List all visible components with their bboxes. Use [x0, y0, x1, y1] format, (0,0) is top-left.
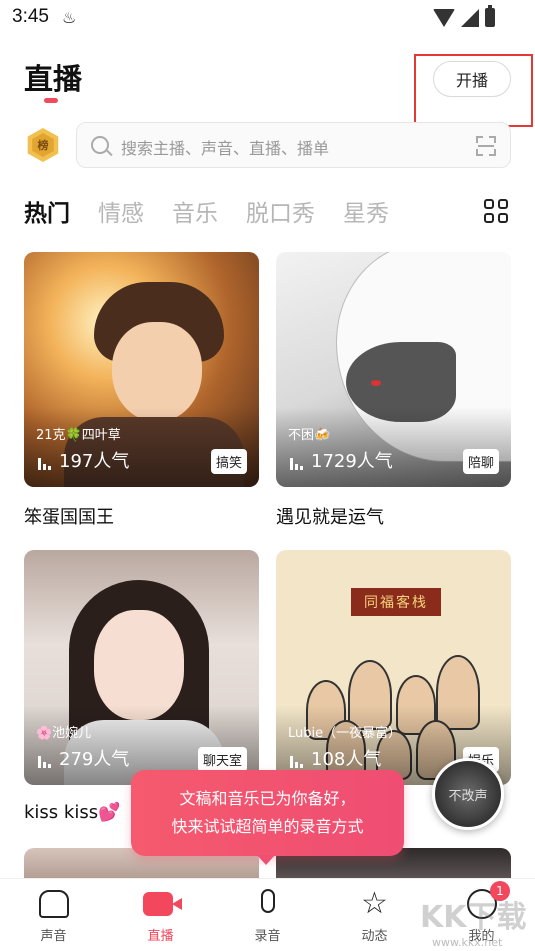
ranking-badge-button[interactable]: 榜: [26, 128, 60, 162]
nav-label: 直播: [147, 929, 174, 944]
title-underline: [44, 98, 58, 103]
tab-star-show[interactable]: 星秀: [343, 194, 389, 230]
category-tag: 陪聊: [462, 449, 499, 474]
watermark-url: www.kkx.net: [432, 936, 503, 949]
sound-icon: [38, 890, 69, 918]
nav-sound[interactable]: 声音: [0, 879, 107, 951]
popularity-bars-icon: [290, 754, 303, 768]
mic-icon: [260, 889, 275, 913]
category-tag: 搞笑: [210, 449, 247, 474]
category-tabs: 热门 情感 音乐 脱口秀 星秀: [24, 194, 417, 230]
status-time: 3:45: [12, 6, 49, 27]
search-placeholder: 搜索主播、声音、直播、播单: [121, 139, 330, 158]
popularity-count: 279人气: [38, 745, 129, 771]
system-icons: [433, 5, 495, 27]
search-icon: [91, 136, 109, 154]
live-room-card[interactable]: 🌸池婉儿 279人气 聊天室: [24, 550, 259, 785]
search-input[interactable]: 搜索主播、声音、直播、播单: [76, 122, 511, 168]
host-name: 🌸池婉儿: [36, 726, 92, 741]
all-categories-grid-icon[interactable]: [484, 199, 508, 223]
battery-icon: [485, 5, 495, 27]
popularity-count: 108人气: [290, 745, 381, 771]
category-tag: 聊天室: [197, 747, 247, 772]
nav-feed[interactable]: ☆ 动态: [321, 879, 428, 951]
nav-label: 录音: [254, 929, 281, 944]
tooltip-line-2: 快来试试超简单的录音方式: [171, 817, 364, 836]
popularity-count: 197人气: [38, 447, 129, 473]
cover-sign-text: 同福客栈: [351, 588, 441, 616]
page-title: 直播: [24, 62, 83, 96]
popularity-bars-icon: [38, 456, 51, 470]
scan-icon[interactable]: [476, 136, 496, 156]
room-title[interactable]: 笨蛋国国王: [24, 503, 114, 529]
tab-talk-show[interactable]: 脱口秀: [246, 194, 315, 230]
nav-live[interactable]: 直播: [107, 879, 214, 951]
floating-avatar-label: 不改声: [448, 788, 488, 804]
live-room-card[interactable]: 21克🍀四叶草 197人气 搞笑: [24, 252, 259, 487]
watermark-logo: KK下载: [420, 900, 527, 935]
ranking-badge-label: 榜: [32, 133, 54, 157]
nav-label: 动态: [361, 929, 388, 944]
start-live-button[interactable]: 开播: [433, 61, 511, 97]
popularity-bars-icon: [38, 754, 51, 768]
floating-recording-avatar[interactable]: 不改声: [432, 758, 504, 830]
room-title[interactable]: 遇见就是运气: [276, 503, 384, 529]
recording-tooltip[interactable]: 文稿和音乐已为你备好， 快来试试超简单的录音方式: [131, 770, 404, 865]
nav-record[interactable]: 录音: [214, 879, 321, 951]
tab-hot[interactable]: 热门: [24, 194, 70, 230]
signal-icon: [461, 8, 479, 27]
tooltip-line-1: 文稿和音乐已为你备好，: [179, 789, 356, 808]
live-room-card[interactable]: 不困🍻 1729人气 陪聊: [276, 252, 511, 487]
tab-emotion[interactable]: 情感: [98, 194, 144, 230]
live-camera-icon: [142, 892, 182, 916]
room-title[interactable]: kiss kiss💕: [24, 802, 121, 823]
nav-label: 声音: [40, 929, 67, 944]
host-name: Lubie（一夜暴富）: [288, 726, 402, 741]
tab-music[interactable]: 音乐: [172, 194, 218, 230]
star-icon: ☆: [361, 886, 388, 921]
host-name: 不困🍻: [288, 428, 331, 443]
wifi-icon: [433, 8, 455, 27]
app-notification-icon: ♨: [62, 8, 77, 27]
status-bar: 3:45 ♨: [0, 0, 535, 36]
popularity-bars-icon: [290, 456, 303, 470]
host-name: 21克🍀四叶草: [36, 428, 121, 443]
live-room-card[interactable]: 同福客栈 Lubie（一夜暴富） 108人气 娱乐: [276, 550, 511, 785]
popularity-count: 1729人气: [290, 447, 393, 473]
